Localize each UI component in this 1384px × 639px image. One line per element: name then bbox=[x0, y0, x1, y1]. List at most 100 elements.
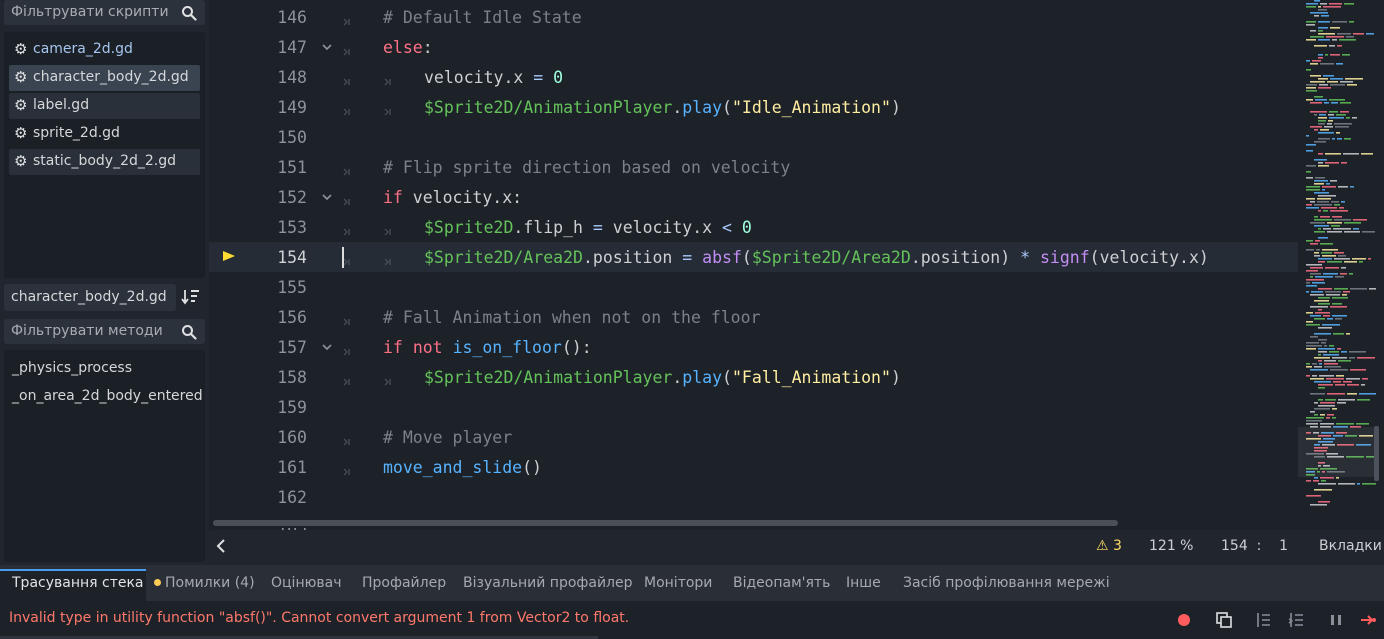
gear-icon: ⚙ bbox=[14, 152, 28, 170]
method-filter-placeholder: Фільтрувати методи bbox=[11, 323, 163, 339]
vertical-scrollbar[interactable] bbox=[1374, 426, 1379, 481]
tab-indicator-icon bbox=[342, 312, 352, 326]
method-item[interactable]: _on_area_2d_body_entered bbox=[12, 388, 203, 404]
line-number: 155 bbox=[277, 278, 307, 297]
tab-monitors[interactable]: Монітори bbox=[644, 575, 712, 591]
horizontal-scrollbar[interactable] bbox=[213, 520, 1118, 526]
script-list-panel: Фільтрувати скрипти ⚙ camera_2d.gd ⚙ cha… bbox=[0, 0, 209, 565]
script-item-static-body-2d-2[interactable]: ⚙ static_body_2d_2.gd bbox=[9, 149, 200, 175]
tab-indicator-icon bbox=[342, 42, 352, 56]
code-line[interactable]: 158 $Sprite2D/AnimationPlayer.play("Fall_… bbox=[209, 362, 1298, 392]
script-list: ⚙ camera_2d.gd ⚙ character_body_2d.gd ⚙ … bbox=[4, 32, 205, 278]
tab-errors[interactable]: Помилки (4) bbox=[154, 575, 255, 591]
tab-indicator-icon bbox=[342, 432, 352, 446]
copy-icon[interactable] bbox=[1215, 611, 1233, 629]
tab-indicator-icon bbox=[342, 12, 352, 26]
current-file-name: character_body_2d.gd bbox=[11, 289, 167, 305]
code-line[interactable]: 154 $Sprite2D/Area2D.position = absf($Spr… bbox=[209, 242, 1298, 272]
pause-icon[interactable] bbox=[1327, 611, 1345, 629]
error-dot-icon bbox=[154, 579, 161, 586]
line-number: 156 bbox=[277, 308, 307, 327]
line-number: 157 bbox=[277, 338, 307, 357]
script-filter-input[interactable]: Фільтрувати скрипти bbox=[4, 0, 205, 25]
tab-visual-profiler[interactable]: Візуальний профайлер bbox=[463, 575, 633, 591]
code-line[interactable]: 151 # Flip sprite direction based on velo… bbox=[209, 152, 1298, 182]
code-line[interactable]: 160 # Move player bbox=[209, 422, 1298, 452]
code-line[interactable]: 153 $Sprite2D.flip_h = velocity.x < 0 bbox=[209, 212, 1298, 242]
tab-evaluator[interactable]: Оцінювач bbox=[271, 575, 341, 591]
execution-pointer-icon bbox=[223, 251, 235, 261]
cursor-position: 154 : 1 bbox=[1221, 538, 1289, 554]
method-item[interactable]: _physics_process bbox=[12, 360, 132, 376]
code-line[interactable]: 152 if velocity.x: bbox=[209, 182, 1298, 212]
fold-arrow-icon[interactable] bbox=[321, 42, 333, 52]
script-item-sprite-2d[interactable]: ⚙ sprite_2d.gd bbox=[9, 121, 200, 147]
line-number: 158 bbox=[277, 368, 307, 387]
script-item-character-body-2d[interactable]: ⚙ character_body_2d.gd bbox=[9, 65, 200, 91]
code-text: $Sprite2D/AnimationPlayer.play("Fall_Ani… bbox=[424, 368, 901, 387]
code-text: $Sprite2D/Area2D.position = absf($Sprite… bbox=[424, 248, 1209, 267]
chevron-left-icon[interactable] bbox=[215, 537, 227, 555]
line-number: 146 bbox=[277, 8, 307, 27]
method-list: _physics_process _on_area_2d_body_entere… bbox=[4, 350, 205, 562]
line-number: 151 bbox=[277, 158, 307, 177]
code-line[interactable]: 161 move_and_slide() bbox=[209, 452, 1298, 482]
breakpoint-icon[interactable] bbox=[1175, 611, 1193, 629]
code-line[interactable]: 150 bbox=[209, 122, 1298, 152]
gear-icon: ⚙ bbox=[14, 124, 28, 142]
search-icon bbox=[182, 325, 197, 340]
minimap-viewport[interactable] bbox=[1298, 427, 1376, 477]
tab-indicator-icon bbox=[342, 192, 352, 206]
code-line[interactable]: 148 velocity.x = 0 bbox=[209, 62, 1298, 92]
tab-video-ram[interactable]: Відеопам'ять bbox=[733, 575, 830, 591]
script-item-label: label.gd bbox=[33, 97, 90, 113]
script-item-label-gd[interactable]: ⚙ label.gd bbox=[9, 93, 200, 119]
code-text: $Sprite2D.flip_h = velocity.x < 0 bbox=[424, 218, 752, 237]
method-filter-input[interactable]: Фільтрувати методи bbox=[4, 319, 205, 344]
tab-profiler[interactable]: Профайлер bbox=[362, 575, 446, 591]
fold-arrow-icon[interactable] bbox=[321, 192, 333, 202]
code-text: if velocity.x: bbox=[383, 188, 523, 207]
continue-icon[interactable] bbox=[1359, 611, 1377, 629]
code-line[interactable]: 146 # Default Idle State bbox=[209, 2, 1298, 32]
script-item-label: camera_2d.gd bbox=[33, 41, 133, 57]
tab-indicator-icon bbox=[383, 72, 393, 86]
gear-icon: ⚙ bbox=[14, 68, 28, 86]
code-text: # Fall Animation when not on the floor bbox=[383, 308, 761, 327]
step-into-icon[interactable] bbox=[1288, 611, 1306, 629]
tab-indicator-icon bbox=[383, 372, 393, 386]
error-message: Invalid type in utility function "absf()… bbox=[9, 610, 630, 626]
step-over-icon[interactable] bbox=[1255, 611, 1273, 629]
tab-stack-trace[interactable]: Трасування стека bbox=[12, 575, 144, 591]
tab-indicator-icon bbox=[383, 102, 393, 116]
tab-indicator-icon bbox=[342, 72, 352, 86]
code-line[interactable]: 149 $Sprite2D/AnimationPlayer.play("Idle_… bbox=[209, 92, 1298, 122]
code-line[interactable]: 147 else: bbox=[209, 32, 1298, 62]
tab-indicator-icon bbox=[342, 372, 352, 386]
line-number: 150 bbox=[277, 128, 307, 147]
code-line[interactable]: 162 bbox=[209, 482, 1298, 512]
sort-methods-icon[interactable] bbox=[180, 287, 202, 307]
indent-mode-button[interactable]: Вкладки bbox=[1319, 538, 1382, 554]
text-caret bbox=[342, 247, 344, 268]
script-item-camera-2d[interactable]: ⚙ camera_2d.gd bbox=[9, 37, 200, 63]
search-icon bbox=[182, 6, 197, 21]
code-editor[interactable]: 146 # Default Idle State 147 else: 148 veloci… bbox=[209, 0, 1384, 530]
code-line[interactable]: 155 bbox=[209, 272, 1298, 302]
code-line[interactable]: 159 bbox=[209, 392, 1298, 422]
line-number: 161 bbox=[277, 458, 307, 477]
warnings-indicator[interactable]: ⚠ 3 bbox=[1096, 538, 1122, 554]
line-number: 153 bbox=[277, 218, 307, 237]
tab-indicator-icon bbox=[342, 222, 352, 236]
tab-network-profiler[interactable]: Засіб профілювання мережі bbox=[903, 575, 1110, 591]
code-line[interactable]: 156 # Fall Animation when not on the floo… bbox=[209, 302, 1298, 332]
fold-arrow-icon[interactable] bbox=[321, 342, 333, 352]
script-item-label: character_body_2d.gd bbox=[33, 69, 189, 85]
tab-misc[interactable]: Інше bbox=[846, 575, 881, 591]
code-text: else: bbox=[383, 38, 433, 57]
zoom-level[interactable]: 121 % bbox=[1149, 538, 1193, 554]
minimap[interactable] bbox=[1298, 0, 1376, 530]
line-number: 159 bbox=[277, 398, 307, 417]
code-line[interactable]: 157 if not is_on_floor(): bbox=[209, 332, 1298, 362]
script-filter-placeholder: Фільтрувати скрипти bbox=[11, 4, 169, 20]
